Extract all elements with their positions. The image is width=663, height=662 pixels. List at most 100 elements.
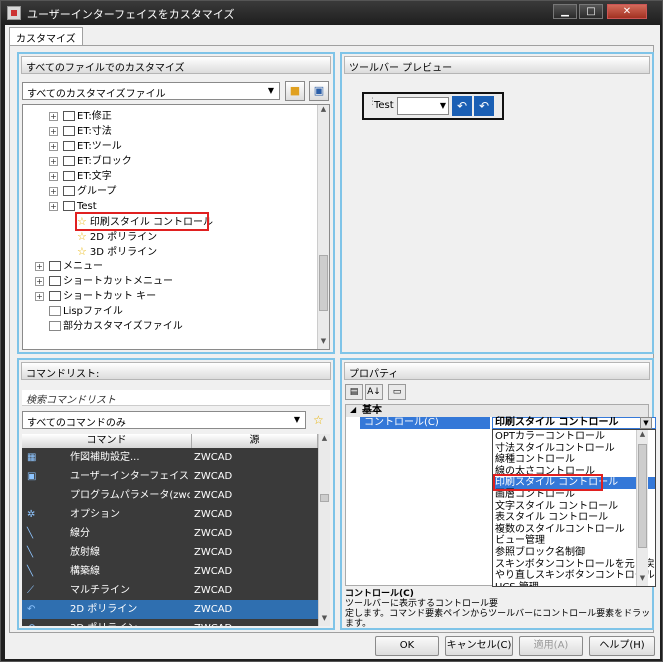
scroll-up-icon[interactable]: ▲ [637,430,648,442]
tree-node[interactable]: ET:文字 [63,169,112,184]
expand-icon[interactable]: + [49,187,58,196]
property-description: コントロール(C) ツールバーに表示するコントロール要 定します。コマンド要素ペ… [345,589,649,627]
preview-toolbar-label: Test [374,100,394,111]
minimize-icon[interactable]: ▁ [553,4,577,19]
star-icon: ☆ [77,245,87,258]
command-row[interactable]: ✲ オプション ZWCAD [22,505,318,524]
dropdown-option[interactable]: スキンボタンコントロールを元に戻す [495,559,655,571]
tab-customize[interactable]: カスタマイズ [9,27,83,45]
ok-button[interactable]: OK [375,636,439,656]
expand-icon[interactable]: + [49,157,58,166]
polyline-2d-icon[interactable]: ↶ [452,96,472,116]
dropdown-option[interactable]: 複数のスタイルコントロール [495,524,625,536]
polyline-3d-icon[interactable]: ↶ [474,96,494,116]
dropdown-scrollbar[interactable]: ▲ ▼ [636,430,648,586]
help-button[interactable]: ヘルプ(H) [589,636,655,656]
tree-node[interactable]: ET:ツール [63,139,122,154]
command-row[interactable]: ▦ 作図補助設定... ZWCAD [22,448,318,467]
tree-node[interactable]: ☆ 3D ポリライン [77,244,157,259]
command-row[interactable]: プログラムパラメータ(zwcad.p ZWCAD [22,486,318,505]
tree-node[interactable]: メニュー [49,259,103,274]
expand-icon[interactable]: + [35,292,44,301]
scroll-up-icon[interactable]: ▲ [318,105,329,117]
close-icon[interactable]: ✕ [607,4,647,19]
property-name[interactable]: コントロール(C) [360,417,490,429]
command-list[interactable]: コマンド 源 ▦ 作図補助設定... ZWCAD ▣ ユーザーインターフェイスをカスタ Z… [22,434,330,626]
selection-highlight-box [75,212,209,231]
tree-node[interactable]: ショートカットメニュー [49,274,173,289]
new-command-star-icon[interactable]: ☆ [313,413,324,427]
command-name: オプション [70,509,120,520]
command-filter-combo[interactable]: すべてのコマンドのみ ▼ [22,411,306,429]
command-row[interactable]: ╲ 構築線 ZWCAD [22,562,318,581]
dropdown-option[interactable]: 文字スタイル コントロール [495,501,618,513]
sort-az-icon[interactable]: A↓ [365,384,383,400]
command-row[interactable]: ↶ 2D ポリライン ZWCAD [22,600,318,619]
scroll-up-icon[interactable]: ▲ [319,434,330,446]
preview-combo[interactable]: ▼ [397,97,449,115]
window-title: ユーザーインターフェイスをカスタマイズ [27,8,235,21]
expand-icon[interactable]: + [49,127,58,136]
expand-icon[interactable]: + [35,277,44,286]
customize-tree[interactable]: + ET:修正 + ET:寸法 + ET:ツール + ET:ブロック + ET:文字 + グループ + T… [22,104,330,350]
scroll-down-icon[interactable]: ▼ [319,614,330,626]
expand-icon[interactable]: + [35,262,44,271]
expand-icon[interactable]: + [49,112,58,121]
dropdown-option[interactable]: 表スタイル コントロール [495,512,608,524]
command-row[interactable]: ╲ 線分 ZWCAD [22,524,318,543]
tree-node[interactable]: ET:修正 [63,109,112,124]
tree-node[interactable]: ET:寸法 [63,124,112,139]
tree-node[interactable]: ☆ 2D ポリライン [77,229,157,244]
tree-node-label: Lispファイル [63,306,123,317]
customize-file-combo-value: すべてのカスタマイズファイル [27,89,166,100]
scroll-down-icon[interactable]: ▼ [637,574,648,586]
property-value-combo[interactable]: 印刷スタイル コントロール [492,417,656,429]
chevron-down-icon[interactable]: ▼ [640,417,652,429]
tree-node[interactable]: ショートカット キー [49,289,156,304]
tree-node[interactable]: グループ [63,184,116,199]
command-row[interactable]: ▣ ユーザーインターフェイスをカスタ ZWCAD [22,467,318,486]
expand-icon[interactable]: + [49,142,58,151]
tree-node[interactable]: 部分カスタマイズファイル [49,319,183,334]
scroll-thumb[interactable] [319,255,328,311]
save-button[interactable]: ▣ [309,81,329,101]
tree-scrollbar[interactable]: ▲ ▼ [317,105,329,349]
scroll-down-icon[interactable]: ▼ [318,337,329,349]
control-dropdown-list[interactable]: OPTカラーコントロール 寸法スタイルコントロール 線種コントロール 線の太さコントロ… [492,429,656,587]
customize-file-combo[interactable]: すべてのカスタマイズファイル ▼ [22,82,280,100]
command-search-input[interactable]: 検索コマンドリスト [22,390,330,406]
command-row[interactable]: ↶ 3D ポリライン ZWCAD [22,619,318,626]
command-row[interactable]: ╲ 放射線 ZWCAD [22,543,318,562]
tree-node[interactable]: ET:ブロック [63,154,132,169]
cancel-button[interactable]: キャンセル(C) [445,636,513,656]
expand-icon[interactable]: + [49,172,58,181]
tree-node[interactable]: Lispファイル [49,304,123,319]
column-header-command[interactable]: コマンド [22,434,192,448]
maximize-icon[interactable]: □ [579,4,603,19]
command-icon: ╲ [27,566,34,577]
dropdown-option[interactable]: 寸法スタイルコントロール [495,443,615,455]
expand-icon[interactable]: + [49,202,58,211]
categorized-icon[interactable]: ▤ [345,384,363,400]
dropdown-option[interactable]: 参照ブロック名制御 [495,547,585,559]
save-icon: ▣ [313,84,325,97]
dropdown-option[interactable]: ビュー管理 [495,535,545,547]
command-row[interactable]: ⟋ マルチライン ZWCAD [22,581,318,600]
scroll-thumb[interactable] [320,494,329,502]
property-pages-icon[interactable]: ▭ [388,384,406,400]
tree-node-label: ショートカットメニュー [63,276,173,287]
column-header-source[interactable]: 源 [192,434,318,448]
command-name: プログラムパラメータ(zwcad.p [70,490,190,501]
scroll-thumb[interactable] [638,444,647,548]
collapse-icon[interactable]: ◢ [350,405,356,414]
command-name: マルチライン [70,585,130,596]
dropdown-option[interactable]: OPTカラーコントロール [495,431,605,443]
command-list-scrollbar[interactable]: ▲ ▼ [318,434,330,626]
apply-button[interactable]: 適用(A) [519,636,583,656]
category-row[interactable]: ◢ 基本 [346,405,648,417]
dropdown-option[interactable]: 線種コントロール [495,454,575,466]
dropdown-option[interactable]: UCS 管理 [495,582,539,586]
dropdown-option[interactable]: やり直しスキンボタンコントロール [495,570,655,582]
open-folder-button[interactable]: ■ [285,81,305,101]
tab-body: すべてのファイルでのカスタマイズ すべてのカスタマイズファイル ▼ ■ ▣ + E… [9,45,656,633]
